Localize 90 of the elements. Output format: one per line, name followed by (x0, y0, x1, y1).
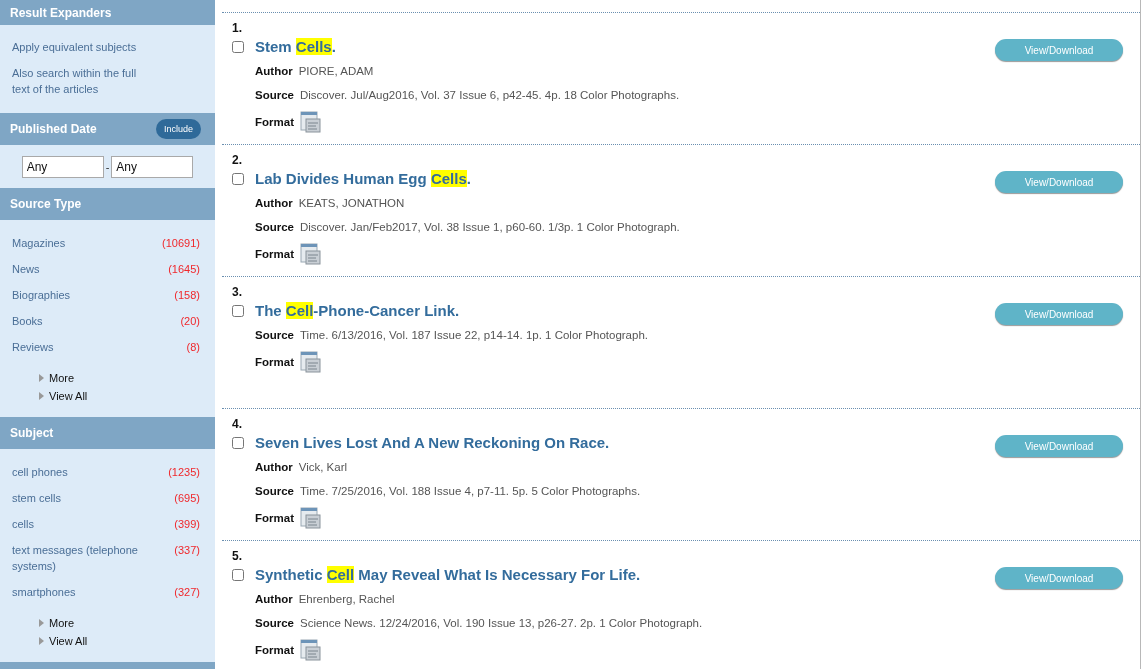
triangle-icon (39, 374, 44, 382)
more-link[interactable]: View All (39, 632, 88, 650)
result-title[interactable]: Lab Divides Human Egg Cells. (255, 170, 471, 187)
document-icon (300, 351, 322, 373)
view-download-button[interactable]: View/Download (995, 39, 1123, 61)
facet-link[interactable]: cells (12, 516, 34, 532)
field-value: Science News. 12/24/2016, Vol. 190 Issue 13, p26-27. 2p. 1 Color Photograph. (300, 617, 703, 629)
select-checkbox[interactable] (232, 436, 244, 449)
select-checkbox[interactable] (232, 40, 244, 53)
facet-link[interactable]: Reviews (12, 339, 54, 355)
triangle-icon (39, 392, 44, 400)
facet-link[interactable]: text messages (telephone systems) (12, 542, 152, 574)
include-badge[interactable]: Include (155, 119, 201, 139)
result-number: 5. (232, 549, 242, 563)
section-title: Result Expanders (10, 5, 112, 20)
section-title: Subject (10, 426, 54, 440)
facet-count: (158) (174, 288, 200, 303)
section-header[interactable]: Published Date Include (0, 113, 215, 145)
facet-count: (399) (174, 517, 200, 532)
field-label: Source (255, 221, 294, 233)
result-number: 3. (232, 285, 242, 299)
facet-link[interactable]: News (12, 261, 40, 277)
result-title[interactable]: Synthetic Cell May Reveal What Is Necessary For Life. (255, 566, 641, 583)
section-title: Source Type (10, 197, 82, 211)
facet-link[interactable]: stem cells (12, 490, 61, 506)
field-label: Source (255, 485, 294, 497)
date-from-field[interactable]: Any (21, 155, 104, 178)
document-icon (300, 243, 322, 265)
field-value: Discover. Jul/Aug2016, Vol. 37 Issue 6, p42-45. 4p. 18 Color Photographs. (300, 89, 680, 101)
field-value: Ehrenberg, Rachel (298, 593, 395, 605)
facet-link[interactable]: Magazines (12, 235, 66, 251)
field-value: Vick, Karl (298, 461, 348, 473)
result-number: 4. (232, 417, 242, 431)
field-label: Source (255, 329, 294, 341)
result-number: 1. (232, 21, 242, 35)
triangle-icon (39, 619, 44, 627)
view-download-button[interactable]: View/Download (995, 171, 1123, 193)
field-label: Author (255, 461, 293, 473)
field-label: Format (255, 512, 294, 524)
more-link[interactable]: More (39, 369, 75, 387)
field-label: Format (255, 116, 294, 128)
section-header[interactable]: Result Expanders (0, 0, 215, 25)
more-link[interactable]: More (39, 614, 75, 632)
field-value: Time. 7/25/2016, Vol. 188 Issue 4, p7-11. 5p. 5 Color Photographs. (300, 485, 641, 497)
field-label: Source (255, 617, 294, 629)
expander-link[interactable]: Also search within the full text of the articles (12, 65, 152, 97)
field-label: Source (255, 89, 294, 101)
document-icon (300, 639, 322, 661)
view-download-button[interactable]: View/Download (995, 567, 1123, 589)
date-separator: - (105, 160, 110, 173)
field-value: PIORE, ADAM (298, 65, 374, 77)
result-title[interactable]: Stem Cells. (255, 38, 336, 55)
field-label: Author (255, 197, 293, 209)
facet-count: (1235) (168, 465, 200, 480)
field-label: Author (255, 593, 293, 605)
result-number: 2. (232, 153, 242, 167)
select-checkbox[interactable] (232, 172, 244, 185)
view-download-button[interactable]: View/Download (995, 435, 1123, 457)
section-header[interactable]: Subject (0, 417, 215, 449)
facet-count: (327) (174, 585, 200, 600)
field-value: Time. 6/13/2016, Vol. 187 Issue 22, p14-14. 1p. 1 Color Photograph. (300, 329, 648, 341)
facet-count: (20) (180, 314, 200, 329)
triangle-icon (39, 637, 44, 645)
select-checkbox[interactable] (232, 304, 244, 317)
section-title: Published Date (10, 122, 97, 136)
section-header[interactable]: Source Type (0, 188, 215, 220)
document-icon (300, 111, 322, 133)
facet-count: (695) (174, 491, 200, 506)
facet-count: (10691) (162, 236, 200, 251)
facet-count: (8) (186, 340, 200, 355)
document-icon (300, 507, 322, 529)
field-value: KEATS, JONATHON (298, 197, 405, 209)
field-label: Author (255, 65, 293, 77)
facet-link[interactable]: Books (12, 313, 43, 329)
facet-link[interactable]: smartphones (12, 584, 76, 600)
field-label: Format (255, 644, 294, 656)
result-title[interactable]: Seven Lives Lost And A New Reckoning On Race. (255, 434, 610, 451)
field-label: Format (255, 248, 294, 260)
facet-link[interactable]: Biographies (12, 287, 71, 303)
date-to-field[interactable]: Any (111, 155, 194, 178)
select-checkbox[interactable] (232, 568, 244, 581)
facet-count: (1645) (168, 262, 200, 277)
facet-count: (337) (174, 543, 200, 558)
expander-link[interactable]: Apply equivalent subjects (12, 39, 152, 55)
field-label: Format (255, 356, 294, 368)
view-download-button[interactable]: View/Download (995, 303, 1123, 325)
more-link[interactable]: View All (39, 387, 88, 405)
result-title[interactable]: The Cell-Phone-Cancer Link. (255, 302, 460, 319)
field-value: Discover. Jan/Feb2017, Vol. 38 Issue 1, p60-60. 1/3p. 1 Color Photograph. (300, 221, 680, 233)
facet-link[interactable]: cell phones (12, 464, 68, 480)
